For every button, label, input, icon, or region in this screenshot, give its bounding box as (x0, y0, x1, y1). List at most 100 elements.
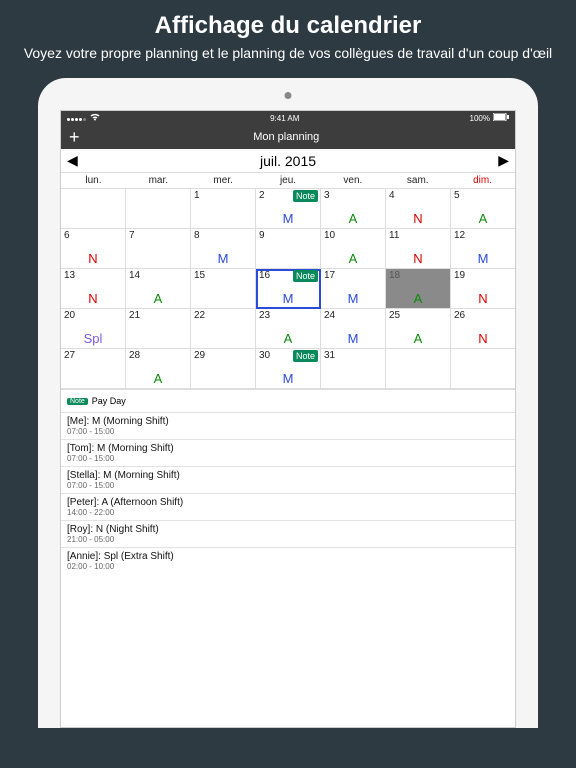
day-number: 8 (194, 230, 200, 241)
day-number: 25 (389, 310, 400, 321)
clock: 9:41 AM (270, 114, 299, 123)
calendar-day[interactable]: 3A (321, 189, 386, 229)
shift-code: A (126, 291, 190, 306)
day-number: 16 (259, 270, 270, 281)
calendar-day[interactable]: 18 A (386, 269, 451, 309)
day-number: 17 (324, 270, 335, 281)
battery-icon (493, 113, 509, 123)
day-number: 4 (389, 190, 395, 201)
calendar-day[interactable]: 26N (451, 309, 515, 349)
schedule-item[interactable]: [Peter]: A (Afternoon Shift)14:00 - 22:0… (61, 493, 515, 520)
shift-code: N (61, 251, 125, 266)
calendar-day[interactable]: 5A (451, 189, 515, 229)
schedule-time: 07:00 - 15:00 (67, 454, 509, 463)
calendar-day[interactable]: 1 (191, 189, 256, 229)
schedule-list: [Me]: M (Morning Shift)07:00 - 15:00[Tom… (61, 412, 515, 727)
shift-code: Spl (61, 331, 125, 346)
schedule-item[interactable]: [Tom]: M (Morning Shift)07:00 - 15:00 (61, 439, 515, 466)
calendar-day[interactable]: 4N (386, 189, 451, 229)
calendar-day[interactable]: 28A (126, 349, 191, 389)
schedule-time: 21:00 - 05:00 (67, 535, 509, 544)
note-badge: Note (293, 270, 318, 282)
calendar-day[interactable]: 6N (61, 229, 126, 269)
calendar-day[interactable]: 17M (321, 269, 386, 309)
schedule-item[interactable]: [Annie]: Spl (Extra Shift)02:00 - 10:00 (61, 547, 515, 574)
battery-percent: 100% (470, 114, 490, 123)
day-number: 1 (194, 190, 200, 201)
calendar-day[interactable]: 2NoteM (256, 189, 321, 229)
prev-month-button[interactable]: ◀ (67, 152, 78, 169)
weekday-header: lun.mar.mer.jeu.ven.sam.dim. (61, 173, 515, 189)
calendar-day[interactable]: 15 (191, 269, 256, 309)
day-number: 9 (259, 230, 265, 241)
schedule-item[interactable]: [Stella]: M (Morning Shift)07:00 - 15:00 (61, 466, 515, 493)
weekday-label: dim. (450, 173, 515, 188)
shift-code: A (256, 331, 320, 346)
calendar-day[interactable]: 16NoteM (256, 269, 321, 309)
schedule-time: 07:00 - 15:00 (67, 427, 509, 436)
day-number: 14 (129, 270, 140, 281)
calendar-day[interactable]: 21 (126, 309, 191, 349)
day-number: 26 (454, 310, 465, 321)
shift-code: M (321, 331, 385, 346)
promo-subtitle: Voyez votre propre planning et le planni… (20, 44, 556, 62)
day-number: 22 (194, 310, 205, 321)
calendar-day[interactable]: 14 A (126, 269, 191, 309)
calendar-day[interactable]: 31 (321, 349, 386, 389)
calendar-day[interactable]: 25 A (386, 309, 451, 349)
calendar-day (126, 189, 191, 229)
weekday-label: sam. (385, 173, 450, 188)
month-selector: ◀ juil. 2015 ▶ (61, 149, 515, 173)
calendar-day[interactable]: 19N (451, 269, 515, 309)
day-number: 23 (259, 310, 270, 321)
day-number: 20 (64, 310, 75, 321)
app-screen: 9:41 AM 100% + Mon planning ◀ juil. 2015… (60, 110, 516, 728)
schedule-time: 07:00 - 15:00 (67, 481, 509, 490)
nav-bar: + Mon planning (61, 125, 515, 149)
shift-code: M (256, 371, 320, 386)
wifi-icon (90, 113, 100, 123)
schedule-title: [Annie]: Spl (Extra Shift) (67, 551, 509, 562)
calendar-day[interactable]: 7 (126, 229, 191, 269)
calendar-day[interactable]: 8M (191, 229, 256, 269)
calendar-day[interactable]: 9 (256, 229, 321, 269)
calendar-day[interactable]: 13N (61, 269, 126, 309)
shift-code: N (386, 211, 450, 226)
note-text: Pay Day (92, 396, 126, 406)
weekday-label: ven. (320, 173, 385, 188)
next-month-button[interactable]: ▶ (498, 152, 509, 169)
day-number: 27 (64, 350, 75, 361)
schedule-title: [Roy]: N (Night Shift) (67, 524, 509, 535)
calendar-day[interactable]: 20 Spl (61, 309, 126, 349)
weekday-label: mar. (126, 173, 191, 188)
shift-code: A (126, 371, 190, 386)
schedule-time: 14:00 - 22:00 (67, 508, 509, 517)
day-number: 7 (129, 230, 135, 241)
calendar-day[interactable]: 11N (386, 229, 451, 269)
shift-code: A (321, 211, 385, 226)
shift-code: M (256, 211, 320, 226)
day-number: 18 (389, 270, 400, 281)
schedule-time: 02:00 - 10:00 (67, 562, 509, 571)
weekday-label: jeu. (256, 173, 321, 188)
shift-code: N (386, 251, 450, 266)
weekday-label: mer. (191, 173, 256, 188)
shift-code: A (386, 331, 450, 346)
schedule-item[interactable]: [Roy]: N (Night Shift)21:00 - 05:00 (61, 520, 515, 547)
calendar-day[interactable]: 30NoteM (256, 349, 321, 389)
calendar-day[interactable]: 29 (191, 349, 256, 389)
calendar-day[interactable]: 10A (321, 229, 386, 269)
calendar-day[interactable]: 12M (451, 229, 515, 269)
add-button[interactable]: + (69, 128, 80, 146)
device-frame: 9:41 AM 100% + Mon planning ◀ juil. 2015… (38, 78, 538, 728)
calendar-day[interactable]: 23 A (256, 309, 321, 349)
calendar-day[interactable]: 22 (191, 309, 256, 349)
calendar-day[interactable]: 24M (321, 309, 386, 349)
calendar-day[interactable]: 27 (61, 349, 126, 389)
shift-code: M (191, 251, 255, 266)
note-badge: Note (67, 398, 88, 405)
shift-code: A (386, 291, 450, 306)
schedule-item[interactable]: [Me]: M (Morning Shift)07:00 - 15:00 (61, 412, 515, 439)
day-number: 15 (194, 270, 205, 281)
day-number: 29 (194, 350, 205, 361)
